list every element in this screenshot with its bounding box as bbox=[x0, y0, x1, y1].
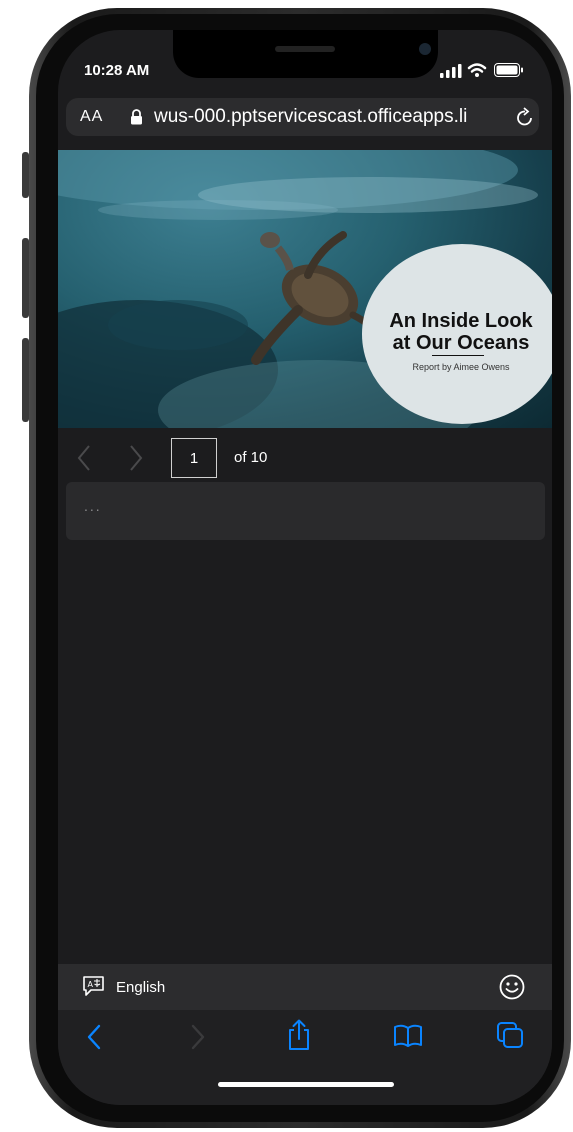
translate-icon[interactable]: A bbox=[82, 975, 106, 997]
front-camera bbox=[419, 43, 431, 55]
volume-up-button bbox=[22, 238, 29, 318]
next-slide-icon[interactable] bbox=[128, 443, 144, 473]
title-divider bbox=[432, 355, 484, 356]
browser-toolbar bbox=[58, 1010, 552, 1105]
silent-switch bbox=[22, 152, 29, 198]
address-bar[interactable]: AA wus-000.pptservicescast.officeapps.li bbox=[66, 98, 539, 136]
status-time: 10:28 AM bbox=[84, 62, 150, 79]
wifi-icon bbox=[467, 63, 487, 77]
svg-text:A: A bbox=[88, 980, 94, 989]
volume-down-button bbox=[22, 338, 29, 422]
tabs-icon[interactable] bbox=[496, 1021, 524, 1049]
share-icon[interactable] bbox=[286, 1018, 312, 1052]
page-number-input[interactable]: 1 bbox=[171, 438, 217, 478]
battery-icon bbox=[494, 63, 523, 77]
language-label[interactable]: English bbox=[116, 979, 165, 996]
notch bbox=[173, 30, 438, 78]
slide-subtitle: Report by Aimee Owens bbox=[412, 362, 510, 372]
lock-icon bbox=[131, 109, 142, 125]
forward-icon[interactable] bbox=[190, 1023, 206, 1051]
signal-icon bbox=[440, 64, 462, 78]
slide-title-line2: at Our Oceans bbox=[392, 332, 530, 354]
home-indicator[interactable] bbox=[218, 1082, 394, 1087]
reload-icon[interactable] bbox=[516, 107, 534, 127]
slide-viewer[interactable]: An Inside Look at Our Oceans Report by A… bbox=[58, 150, 552, 428]
notes-panel[interactable]: ... bbox=[66, 482, 545, 540]
emoji-icon[interactable] bbox=[498, 973, 526, 1001]
prev-slide-icon[interactable] bbox=[76, 443, 92, 473]
bookmarks-icon[interactable] bbox=[393, 1024, 423, 1048]
phone-screen: 10:28 AM AA wus-000.pptservicescast.offi… bbox=[58, 30, 552, 1105]
page-total: of 10 bbox=[234, 449, 268, 466]
back-icon[interactable] bbox=[86, 1023, 102, 1051]
text-size-button[interactable]: AA bbox=[80, 108, 103, 126]
slide-title: An Inside Look at Our Oceans bbox=[386, 310, 536, 354]
slide-title-line1: An Inside Look bbox=[389, 310, 533, 332]
language-bar: A English bbox=[58, 964, 552, 1010]
speaker bbox=[275, 46, 335, 52]
url-text[interactable]: wus-000.pptservicescast.officeapps.li bbox=[154, 106, 510, 128]
slide-pager: 1 of 10 bbox=[58, 428, 552, 478]
notes-placeholder: ... bbox=[84, 498, 102, 514]
